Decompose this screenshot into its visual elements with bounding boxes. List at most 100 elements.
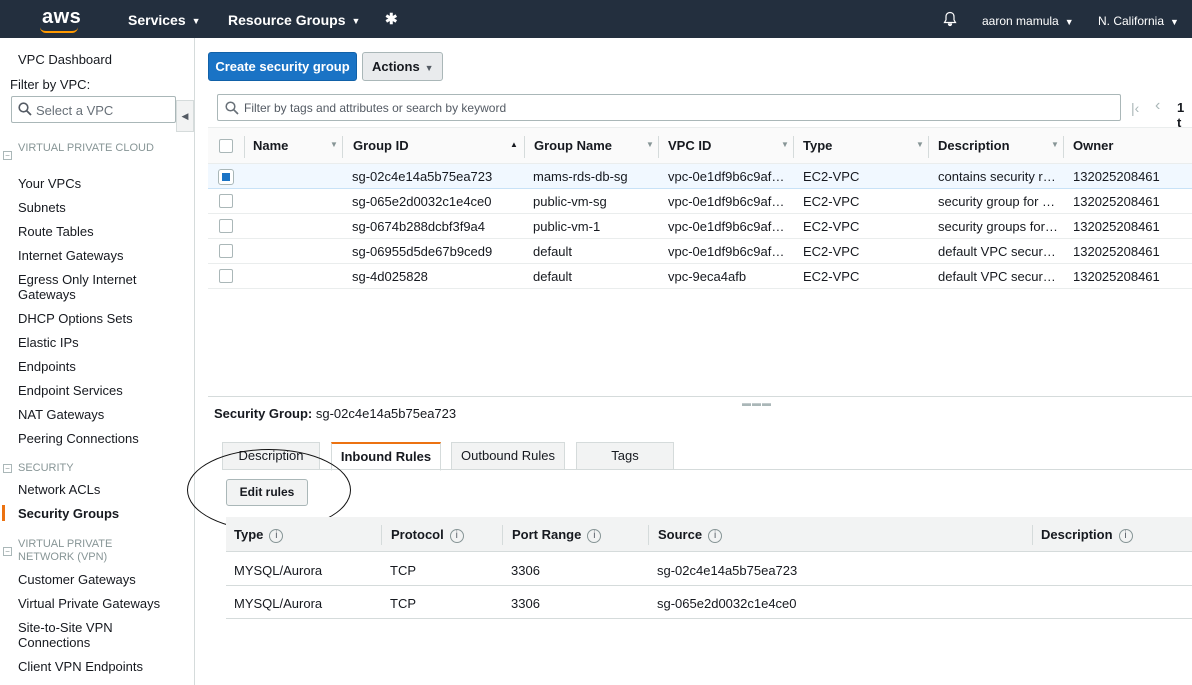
sort-icon[interactable]: ▼ (781, 140, 789, 149)
resource-groups-menu[interactable]: Resource Groups ▼ (228, 12, 360, 28)
rules-column-source: Source i (658, 527, 723, 543)
vpc-filter-select[interactable]: Select a VPC (11, 96, 176, 123)
bell-icon[interactable] (942, 11, 958, 32)
collapse-section-icon[interactable]: − (3, 464, 12, 473)
section-heading-security: SECURITY (18, 462, 74, 474)
sidebar-item-vpc-dashboard[interactable]: VPC Dashboard (18, 52, 188, 67)
column-header-vpc-id[interactable]: VPC ID (668, 138, 711, 153)
column-header-group-name[interactable]: Group Name (534, 138, 612, 153)
first-page-icon[interactable]: |‹ (1131, 100, 1139, 116)
cell-vpc-id: vpc-9eca4afb (668, 269, 747, 284)
rules-column-protocol: Protocol i (391, 527, 464, 543)
cell-type: EC2-VPC (803, 219, 860, 234)
services-menu[interactable]: Services ▼ (128, 12, 201, 28)
row-checkbox[interactable] (219, 244, 233, 258)
rule-cell-type: MYSQL/Aurora (234, 563, 323, 578)
info-icon[interactable]: i (587, 528, 602, 543)
collapse-section-icon[interactable]: − (3, 151, 12, 160)
sidebar-item-endpoints[interactable]: Endpoints (18, 359, 188, 374)
sidebar-item-internet-gateways[interactable]: Internet Gateways (18, 248, 188, 263)
tab-description[interactable]: Description (222, 442, 320, 470)
pin-icon[interactable]: ✱ (385, 10, 398, 28)
table-row[interactable]: sg-065e2d0032c1e4ce0 public-vm-sg vpc-0e… (208, 189, 1192, 214)
collapse-section-icon[interactable]: − (3, 547, 12, 556)
row-checkbox[interactable] (219, 219, 233, 233)
sidebar-item-egress-only-internet-gateways[interactable]: Egress Only Internet Gateways (18, 272, 148, 302)
aws-logo[interactable]: aws (42, 6, 81, 29)
column-divider (244, 136, 245, 158)
user-menu[interactable]: aaron mamula ▼ (982, 14, 1074, 28)
detail-title: Security Group: sg-02c4e14a5b75ea723 (214, 406, 456, 421)
region-menu[interactable]: N. California ▼ (1098, 14, 1179, 28)
cell-group-id: sg-02c4e14a5b75ea723 (352, 169, 493, 184)
cell-group-name: public-vm-sg (533, 194, 607, 209)
info-icon[interactable]: i (269, 528, 284, 543)
edit-rules-button[interactable]: Edit rules (226, 479, 308, 506)
services-label: Services (128, 12, 186, 28)
resource-groups-label: Resource Groups (228, 12, 346, 28)
filter-placeholder: Filter by tags and attributes or search … (244, 101, 507, 115)
cell-description: default VPC securi… (938, 244, 1058, 259)
sort-ascending-icon[interactable]: ▲ (510, 140, 518, 149)
row-checkbox[interactable] (219, 194, 233, 208)
column-divider (1063, 136, 1064, 158)
rules-column-description: Description i (1041, 527, 1133, 543)
cell-group-id: sg-0674b288dcbf3f9a4 (352, 219, 486, 234)
table-row[interactable]: sg-02c4e14a5b75ea723 mams-rds-db-sg vpc-… (208, 164, 1192, 189)
tab-inbound-rules[interactable]: Inbound Rules (331, 442, 441, 471)
vpc-filter-placeholder: Select a VPC (36, 103, 114, 118)
table-row[interactable]: sg-4d025828 default vpc-9eca4afb EC2-VPC… (208, 264, 1192, 289)
sidebar-item-subnets[interactable]: Subnets (18, 200, 188, 215)
rule-cell-protocol: TCP (390, 563, 416, 578)
row-checkbox[interactable] (219, 269, 233, 283)
column-divider (648, 525, 649, 545)
row-checkbox[interactable] (218, 169, 234, 185)
sidebar-item-dhcp-options-sets[interactable]: DHCP Options Sets (18, 311, 188, 326)
pane-splitter[interactable] (208, 396, 1192, 397)
actions-dropdown[interactable]: Actions ▼ (362, 52, 443, 81)
sidebar-item-security-groups[interactable]: Security Groups (18, 506, 188, 521)
sidebar-item-site-to-site-vpn[interactable]: Site-to-Site VPN Connections (18, 620, 138, 650)
sidebar-item-peering-connections[interactable]: Peering Connections (18, 431, 188, 446)
sidebar-item-client-vpn-endpoints[interactable]: Client VPN Endpoints (18, 659, 188, 674)
sidebar-item-elastic-ips[interactable]: Elastic IPs (18, 335, 188, 350)
sidebar-item-network-acls[interactable]: Network ACLs (18, 482, 188, 497)
sidebar-item-route-tables[interactable]: Route Tables (18, 224, 188, 239)
tab-tags[interactable]: Tags (576, 442, 674, 470)
column-header-group-id[interactable]: Group ID (353, 138, 409, 153)
table-row[interactable]: sg-0674b288dcbf3f9a4 public-vm-1 vpc-0e1… (208, 214, 1192, 239)
filter-search-input[interactable]: Filter by tags and attributes or search … (217, 94, 1121, 121)
cell-group-name: public-vm-1 (533, 219, 601, 234)
sidebar-item-virtual-private-gateways[interactable]: Virtual Private Gateways (18, 596, 188, 611)
tab-outbound-rules[interactable]: Outbound Rules (451, 442, 565, 470)
column-header-owner[interactable]: Owner (1073, 138, 1113, 153)
sort-icon[interactable]: ▼ (1051, 140, 1059, 149)
info-icon[interactable]: i (1118, 528, 1133, 543)
sort-icon[interactable]: ▼ (646, 140, 654, 149)
rule-row: MYSQL/Aurora TCP 3306 sg-065e2d0032c1e4c… (226, 586, 1192, 619)
sidebar-item-endpoint-services[interactable]: Endpoint Services (18, 383, 188, 398)
column-divider (928, 136, 929, 158)
rule-cell-protocol: TCP (390, 596, 416, 611)
table-header: Name ▼ Group ID ▲ Group Name ▼ VPC ID ▼ … (208, 127, 1192, 164)
column-header-name[interactable]: Name (253, 138, 288, 153)
cell-owner: 132025208461 (1073, 194, 1160, 209)
create-security-group-button[interactable]: Create security group (208, 52, 357, 81)
column-header-description[interactable]: Description (938, 138, 1010, 153)
column-header-type[interactable]: Type (803, 138, 832, 153)
sidebar-item-nat-gateways[interactable]: NAT Gateways (18, 407, 188, 422)
prev-page-icon[interactable]: ‹ (1155, 97, 1160, 115)
collapse-sidebar-button[interactable]: ◀ (176, 100, 194, 132)
cell-description: contains security r… (938, 169, 1056, 184)
table-row[interactable]: sg-06955d5de67b9ced9 default vpc-0e1df9b… (208, 239, 1192, 264)
column-divider (381, 525, 382, 545)
chevron-down-icon: ▼ (1170, 16, 1179, 27)
splitter-grip-icon[interactable]: ▬▬▬ (742, 398, 772, 408)
sidebar-item-customer-gateways[interactable]: Customer Gateways (18, 572, 188, 587)
sort-icon[interactable]: ▼ (330, 140, 338, 149)
info-icon[interactable]: i (708, 528, 723, 543)
sidebar-item-your-vpcs[interactable]: Your VPCs (18, 176, 188, 191)
info-icon[interactable]: i (449, 528, 464, 543)
sort-icon[interactable]: ▼ (916, 140, 924, 149)
select-all-checkbox[interactable] (219, 139, 233, 153)
